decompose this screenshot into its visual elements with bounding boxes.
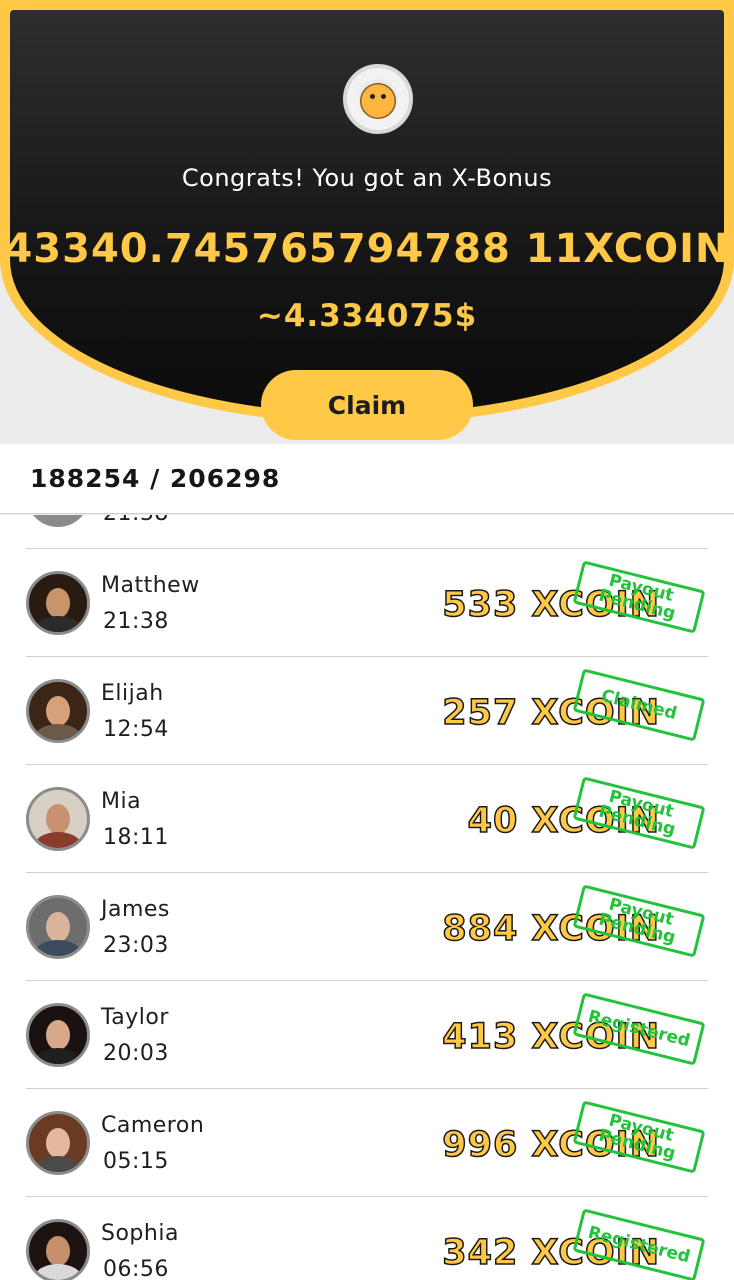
avatar xyxy=(26,515,90,527)
list-item-time: 21:38 xyxy=(103,515,169,526)
list-item: Sophia 06:56 342 XCOIN Registered xyxy=(26,1197,708,1280)
list-item-time: 05:15 xyxy=(103,1149,169,1174)
avatar xyxy=(26,571,90,635)
list-item: Elijah 12:54 257 XCOIN Claimed xyxy=(26,657,708,765)
bonus-panel-wrapper: Congrats! You got an X-Bonus 43340.74576… xyxy=(0,0,734,444)
avatar xyxy=(26,895,90,959)
list-item: James 23:03 884 XCOIN Payout Pending xyxy=(26,873,708,981)
avatar xyxy=(26,1003,90,1067)
avatar xyxy=(26,1111,90,1175)
bonus-panel: Congrats! You got an X-Bonus 43340.74576… xyxy=(0,0,734,424)
list-item: Taylor 20:03 413 XCOIN Registered xyxy=(26,981,708,1089)
list-item-name: Matthew xyxy=(101,573,200,598)
bonus-title: Congrats! You got an X-Bonus xyxy=(181,164,553,192)
bonus-panel-inner xyxy=(10,10,724,414)
list-item-name: Mia xyxy=(101,789,142,814)
list-item-name: Elijah xyxy=(101,681,164,706)
list-item-time: 12:54 xyxy=(103,717,169,742)
claim-button[interactable]: Claim xyxy=(261,370,473,440)
avatar xyxy=(26,679,90,743)
claims-list[interactable]: 21:38 Matthew21:38533 XCOINPayout Pendin… xyxy=(0,515,734,1280)
bonus-usd-value: ~4.334075$ xyxy=(256,298,478,334)
xcoin-logo-icon xyxy=(343,64,413,134)
list-item-time: 21:38 xyxy=(103,609,169,634)
list-item-time: 06:56 xyxy=(103,1257,169,1280)
list-item: Cameron 05:15 996 XCOIN Payout Pending xyxy=(26,1089,708,1197)
list-item-name: Taylor xyxy=(101,1005,169,1030)
list-item-name: Cameron xyxy=(101,1113,205,1138)
list-item-time: 20:03 xyxy=(103,1041,169,1066)
list-item: Mia 18:11 40 XCOIN Payout Pending xyxy=(26,765,708,873)
list-item: Matthew 21:38 533 XCOIN Payout Pending xyxy=(26,549,708,657)
list-item-time: 18:11 xyxy=(103,825,169,850)
list-item-name: James xyxy=(101,897,170,922)
avatar xyxy=(26,787,90,851)
list-item-time: 23:03 xyxy=(103,933,169,958)
avatar xyxy=(26,1219,90,1280)
list-item-partial: 21:38 xyxy=(26,515,708,549)
list-item-name: Sophia xyxy=(101,1221,179,1246)
claims-counter: 188254 / 206298 xyxy=(0,444,734,514)
bonus-amount: 43340.745765794788 11XCOIN xyxy=(4,226,730,272)
